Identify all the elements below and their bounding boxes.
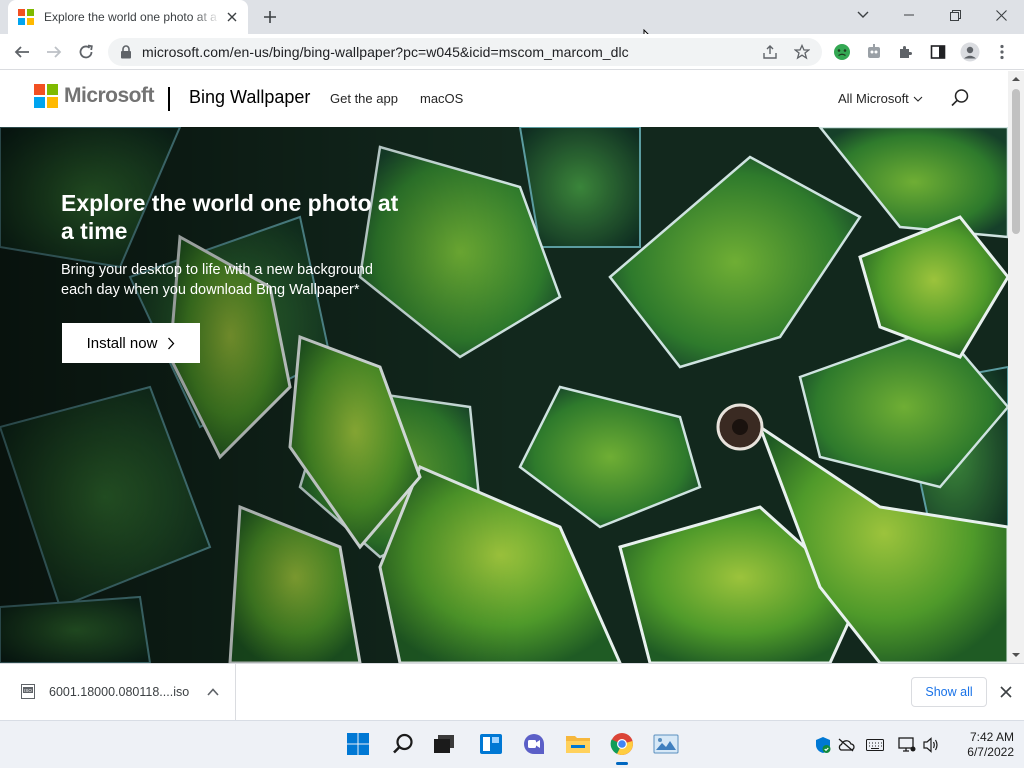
profile-avatar-icon[interactable] xyxy=(958,40,982,64)
widgets-icon[interactable] xyxy=(476,729,506,759)
download-shelf: ISO 6001.18000.080118....iso Show all xyxy=(0,663,1024,720)
chrome-icon[interactable] xyxy=(607,729,637,765)
search-icon[interactable] xyxy=(388,729,418,759)
chrome-menu-icon[interactable] xyxy=(990,40,1014,64)
site-search-icon[interactable] xyxy=(950,88,970,108)
microsoft-logo-text: Microsoft xyxy=(64,84,155,107)
hero-subtitle: Bring your desktop to life with a new ba… xyxy=(61,262,373,298)
site-product-name[interactable]: Bing Wallpaper xyxy=(189,87,310,108)
browser-toolbar: microsoft.com/en-us/bing/bing-wallpaper?… xyxy=(0,34,1024,70)
network-monitor-icon[interactable] xyxy=(898,736,916,754)
chevron-down-icon xyxy=(913,96,923,102)
reload-icon[interactable] xyxy=(74,40,98,64)
start-icon[interactable] xyxy=(343,729,373,759)
restore-icon[interactable] xyxy=(932,0,978,30)
clock-date: 6/7/2022 xyxy=(967,745,1014,759)
bookmark-star-icon[interactable] xyxy=(794,44,810,60)
install-now-button[interactable]: Install now xyxy=(62,323,200,363)
svg-text:ISO: ISO xyxy=(24,688,32,693)
download-filename: 6001.18000.080118....iso xyxy=(49,685,190,699)
browser-tab-active[interactable]: Explore the world one photo at a time xyxy=(8,0,248,34)
microsoft-logo-icon xyxy=(34,84,58,108)
share-icon[interactable] xyxy=(762,44,778,60)
tab-search-chevron-icon[interactable] xyxy=(840,0,886,30)
header-divider xyxy=(168,87,170,111)
scroll-up-arrow-icon[interactable] xyxy=(1012,75,1020,83)
close-download-bar-icon[interactable] xyxy=(998,684,1014,700)
download-item[interactable]: ISO 6001.18000.080118....iso xyxy=(0,664,236,720)
iso-file-icon: ISO xyxy=(21,684,35,699)
page-scrollbar[interactable] xyxy=(1008,71,1024,663)
show-all-downloads-button[interactable]: Show all xyxy=(911,677,987,707)
scrollbar-thumb[interactable] xyxy=(1012,89,1020,234)
chat-icon[interactable] xyxy=(519,729,549,759)
clock-time: 7:42 AM xyxy=(969,730,1014,744)
hero-banner: Explore the world one photo at a time Br… xyxy=(0,127,1008,663)
windows-taskbar: 7:42 AM 6/7/2022 xyxy=(0,720,1024,768)
all-microsoft-menu[interactable]: All Microsoft xyxy=(838,91,923,106)
chevron-up-icon[interactable] xyxy=(206,685,220,699)
onedrive-offline-icon[interactable] xyxy=(837,736,855,754)
all-microsoft-label: All Microsoft xyxy=(838,91,909,106)
tab-title: Explore the world one photo at a time xyxy=(44,10,220,24)
scroll-down-arrow-icon[interactable] xyxy=(1012,651,1020,659)
address-bar[interactable]: microsoft.com/en-us/bing/bing-wallpaper?… xyxy=(108,38,822,66)
url-text[interactable]: microsoft.com/en-us/bing/bing-wallpaper?… xyxy=(142,44,629,60)
keyboard-icon[interactable] xyxy=(866,736,884,754)
site-header: Microsoft Bing Wallpaper Get the app mac… xyxy=(0,71,1008,127)
taskbar-clock[interactable]: 7:42 AM 6/7/2022 xyxy=(944,730,1014,760)
defender-shield-icon[interactable] xyxy=(814,736,832,754)
task-view-icon[interactable] xyxy=(429,729,459,759)
chevron-right-icon xyxy=(168,337,175,349)
side-panel-icon[interactable] xyxy=(926,40,950,64)
extensions-puzzle-icon[interactable] xyxy=(894,40,918,64)
microsoft-favicon-icon xyxy=(18,9,34,25)
volume-icon[interactable] xyxy=(922,736,940,754)
photos-icon[interactable] xyxy=(651,729,681,759)
browser-tab-strip: Explore the world one photo at a time xyxy=(0,0,1024,49)
microsoft-logo[interactable]: Microsoft xyxy=(34,84,155,108)
forward-icon[interactable] xyxy=(42,40,66,64)
minimize-icon[interactable] xyxy=(886,0,932,30)
nav-get-the-app[interactable]: Get the app xyxy=(330,91,398,106)
back-icon[interactable] xyxy=(10,40,34,64)
new-tab-icon[interactable] xyxy=(260,7,280,27)
install-now-label: Install now xyxy=(86,334,158,352)
lock-icon[interactable] xyxy=(120,45,132,59)
nav-macos[interactable]: macOS xyxy=(420,91,463,106)
extension-robot-icon[interactable] xyxy=(862,40,886,64)
extension-green-icon[interactable] xyxy=(830,40,854,64)
file-explorer-icon[interactable] xyxy=(563,729,593,759)
close-tab-icon[interactable] xyxy=(224,9,240,25)
hero-title: Explore the world one photo at a time xyxy=(61,190,399,244)
close-window-icon[interactable] xyxy=(978,0,1024,30)
